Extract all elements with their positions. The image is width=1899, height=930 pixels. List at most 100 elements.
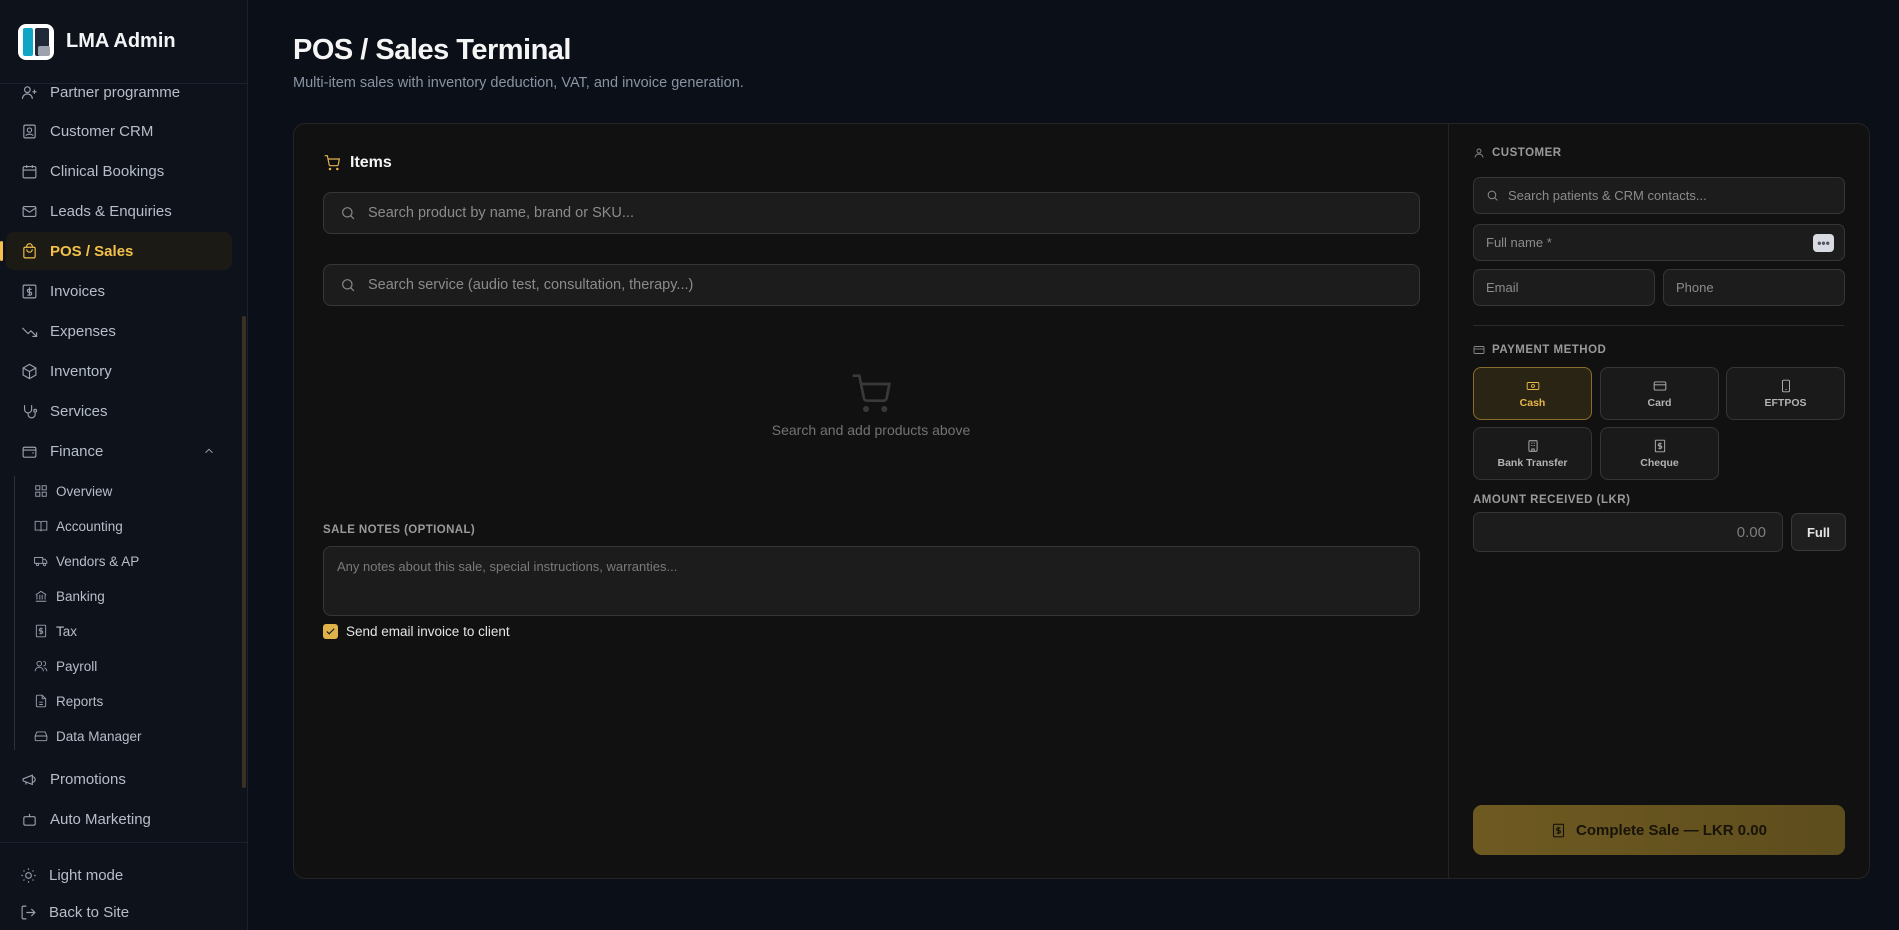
user-plus-icon: [20, 84, 38, 101]
sidebar-item-label: Leads & Enquiries: [50, 202, 172, 220]
customer-search[interactable]: [1473, 177, 1845, 214]
back-to-site-link[interactable]: Back to Site: [20, 904, 129, 921]
sale-notes-label: SALE NOTES (OPTIONAL): [323, 524, 476, 536]
customer-search-input[interactable]: [1508, 188, 1844, 203]
sidebar-item-finance[interactable]: Finance: [6, 432, 232, 470]
sidebar-item-clinical-bookings[interactable]: Clinical Bookings: [6, 152, 232, 190]
complete-sale-label: Complete Sale — LKR 0.00: [1576, 821, 1767, 839]
search-icon: [1487, 190, 1498, 201]
send-email-checkbox[interactable]: [323, 624, 338, 639]
shopping-bag-icon: [20, 242, 38, 260]
page-title: POS / Sales Terminal: [293, 34, 571, 66]
sidebar-item-partner-programme[interactable]: Partner programme: [6, 84, 232, 111]
search-icon: [342, 207, 355, 220]
payment-card-button[interactable]: Card: [1600, 367, 1719, 420]
more-options-icon[interactable]: •••: [1813, 234, 1834, 252]
payment-method-label: PAYMENT METHOD: [1473, 344, 1606, 356]
complete-sale-button[interactable]: Complete Sale — LKR 0.00: [1473, 805, 1845, 855]
sale-notes-textarea[interactable]: [323, 546, 1420, 616]
sidebar-item-label: Finance: [50, 442, 104, 460]
sidebar-subitem-data-manager[interactable]: Data Manager: [34, 721, 230, 751]
email-input[interactable]: [1486, 280, 1654, 295]
subitem-label: Payroll: [56, 658, 98, 674]
bank-icon: [35, 590, 47, 602]
receipt-icon: [35, 624, 47, 638]
sidebar-item-label: Invoices: [50, 282, 106, 300]
box-icon: [20, 362, 38, 380]
phone-input[interactable]: [1676, 280, 1844, 295]
subitem-label: Overview: [56, 483, 113, 499]
banknote-icon: [1526, 381, 1539, 390]
receipt-icon: [1654, 439, 1665, 452]
sidebar-footer: Light mode Back to Site: [0, 842, 248, 930]
sidebar: LMA Admin Partner programme Customer CRM…: [0, 0, 248, 930]
sidebar-item-promotions[interactable]: Promotions: [6, 760, 232, 798]
chevron-up-icon: [202, 444, 216, 462]
payment-eftpos-label: EFTPOS: [1764, 396, 1807, 409]
brand-header[interactable]: LMA Admin: [0, 0, 247, 84]
light-mode-toggle[interactable]: Light mode: [20, 867, 123, 884]
sidebar-nav: Partner programme Customer CRM Clinical …: [0, 84, 248, 840]
customer-section-label: CUSTOMER: [1473, 147, 1562, 159]
smartphone-icon: [1781, 379, 1790, 392]
brand-name: LMA Admin: [66, 30, 176, 52]
service-search[interactable]: [323, 264, 1420, 306]
product-search[interactable]: [323, 192, 1420, 234]
stethoscope-icon: [20, 402, 38, 420]
send-email-row[interactable]: Send email invoice to client: [323, 624, 510, 639]
sidebar-item-expenses[interactable]: Expenses: [6, 312, 232, 350]
sidebar-subitem-tax[interactable]: Tax: [34, 616, 230, 646]
payment-cash-button[interactable]: Cash: [1473, 367, 1592, 420]
credit-card-icon: [1473, 346, 1485, 354]
sidebar-item-label: Customer CRM: [50, 122, 154, 140]
email-field[interactable]: [1473, 269, 1655, 306]
empty-cart-text: Search and add products above: [771, 422, 971, 438]
payment-cheque-button[interactable]: Cheque: [1600, 427, 1719, 480]
payment-cheque-label: Cheque: [1640, 456, 1679, 469]
sidebar-subitem-banking[interactable]: Banking: [34, 581, 230, 611]
customer-label-text: CUSTOMER: [1492, 147, 1562, 159]
subitem-label: Banking: [56, 588, 105, 604]
megaphone-icon: [20, 770, 38, 788]
brand-logo: [18, 23, 54, 60]
sidebar-item-inventory[interactable]: Inventory: [6, 352, 232, 390]
sidebar-subitem-payroll[interactable]: Payroll: [34, 651, 230, 681]
truck-icon: [34, 557, 48, 567]
phone-field[interactable]: [1663, 269, 1845, 306]
sidebar-item-invoices[interactable]: Invoices: [6, 272, 232, 310]
amount-received-input[interactable]: 0.00: [1473, 512, 1783, 552]
sidebar-item-pos-sales[interactable]: POS / Sales: [0, 232, 232, 270]
items-title: Items: [350, 154, 392, 171]
sidebar-item-services[interactable]: Services: [6, 392, 232, 430]
sidebar-subitem-vendors[interactable]: Vendors & AP: [34, 546, 230, 576]
users-icon: [34, 660, 48, 672]
full-name-field[interactable]: •••: [1473, 224, 1845, 261]
sidebar-subitem-accounting[interactable]: Accounting: [34, 511, 230, 541]
items-heading: Items: [324, 154, 392, 172]
sidebar-item-leads[interactable]: Leads & Enquiries: [6, 192, 232, 230]
wallet-icon: [20, 442, 38, 460]
subitem-label: Vendors & AP: [56, 553, 140, 569]
sidebar-item-auto-marketing[interactable]: Auto Marketing: [6, 800, 232, 838]
amount-value: 0.00: [1736, 523, 1766, 541]
sidebar-subitem-overview[interactable]: Overview: [34, 476, 230, 506]
subitem-label: Tax: [56, 623, 78, 639]
payment-bank-transfer-button[interactable]: Bank Transfer: [1473, 427, 1592, 480]
payment-label-text: PAYMENT METHOD: [1492, 344, 1607, 356]
full-name-input[interactable]: [1486, 235, 1844, 250]
full-amount-button[interactable]: Full: [1791, 513, 1846, 551]
search-icon: [342, 279, 355, 292]
active-indicator: [0, 241, 3, 261]
product-search-input[interactable]: [368, 205, 1419, 221]
sidebar-item-label: Partner programme: [50, 84, 181, 101]
sidebar-scrollbar[interactable]: [242, 316, 246, 788]
service-search-input[interactable]: [368, 277, 1419, 293]
payment-eftpos-button[interactable]: EFTPOS: [1726, 367, 1845, 420]
sidebar-item-customer-crm[interactable]: Customer CRM: [6, 112, 232, 150]
light-mode-label: Light mode: [49, 867, 124, 884]
file-icon: [35, 694, 47, 708]
sidebar-subitem-reports[interactable]: Reports: [34, 686, 230, 716]
sidebar-item-label: Inventory: [50, 362, 112, 380]
send-email-label: Send email invoice to client: [346, 624, 510, 639]
payment-bank-transfer-label: Bank Transfer: [1497, 456, 1568, 469]
